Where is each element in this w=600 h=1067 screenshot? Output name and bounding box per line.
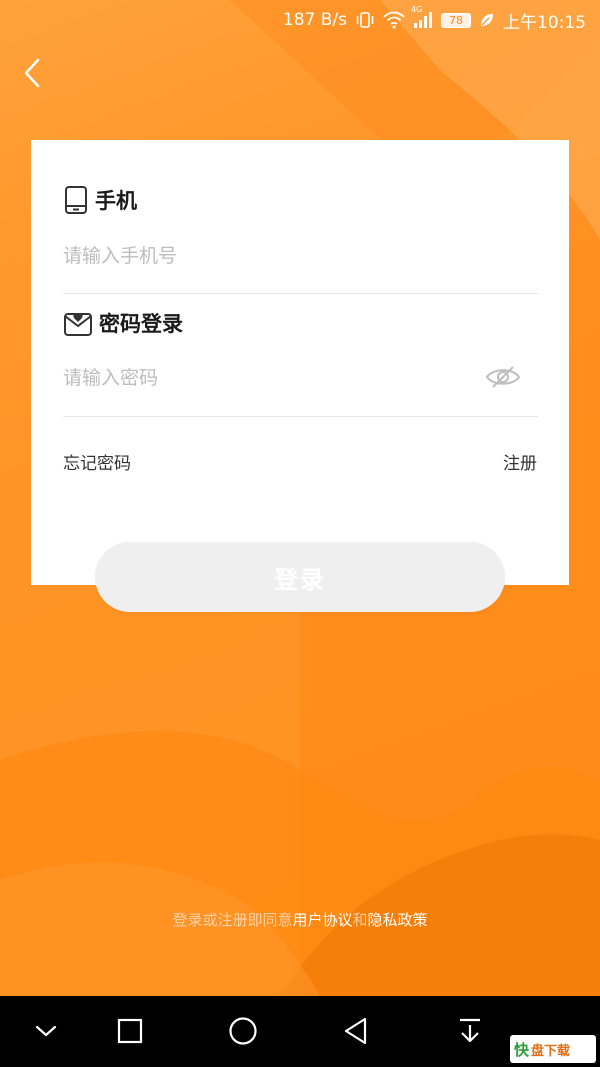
nav-recents-button[interactable]	[112, 1013, 148, 1049]
back-button[interactable]	[14, 55, 50, 91]
heart-envelope-icon	[64, 313, 92, 336]
phone-section-header: 手机	[63, 185, 137, 215]
privacy-policy-link[interactable]: 隐私政策	[368, 911, 428, 929]
nav-collapse-button[interactable]	[28, 1013, 64, 1049]
nav-back-button[interactable]	[338, 1013, 374, 1049]
circle-icon	[229, 1017, 257, 1045]
toggle-password-visibility[interactable]	[483, 362, 523, 392]
vibrate-icon	[355, 11, 375, 29]
phone-divider	[63, 293, 538, 294]
register-link[interactable]: 注册	[503, 449, 537, 474]
watermark-badge: 快 盘下载	[510, 1035, 596, 1063]
agreement-text: 登录或注册即同意用户协议和隐私政策	[0, 909, 600, 930]
watermark-text: 盘下载	[531, 1043, 571, 1059]
clock: 上午10:15	[503, 12, 586, 33]
password-label: 密码登录	[99, 312, 183, 336]
network-speed: 187 B/s	[282, 10, 347, 30]
user-agreement-link[interactable]: 用户协议	[292, 911, 352, 929]
login-button[interactable]: 登录	[95, 542, 505, 612]
phone-label: 手机	[95, 189, 137, 213]
password-divider	[63, 416, 538, 417]
status-bar: 187 B/s 4G 78 上午10:15	[0, 0, 600, 40]
cellular-signal-icon: 4G	[411, 5, 433, 29]
agreement-and: 和	[352, 911, 368, 929]
watermark-logo: 快	[514, 1040, 530, 1059]
login-card: 手机 密码登录 忘记密码 注册	[31, 140, 569, 585]
agreement-prefix: 登录或注册即同意	[172, 911, 293, 929]
square-icon	[117, 1018, 143, 1044]
leaf-icon	[479, 12, 495, 28]
pull-down-icon	[460, 1018, 480, 1043]
battery-indicator: 78	[441, 12, 471, 28]
nav-home-button[interactable]	[225, 1013, 261, 1049]
eye-off-icon	[485, 366, 521, 388]
phone-input[interactable]	[63, 230, 538, 282]
triangle-back-icon	[344, 1017, 367, 1045]
nav-notification-button[interactable]	[452, 1013, 488, 1049]
password-section-header: 密码登录	[63, 308, 183, 338]
chevron-left-icon	[24, 58, 40, 88]
forgot-password-link[interactable]: 忘记密码	[63, 449, 131, 474]
password-input[interactable]	[63, 352, 473, 404]
wifi-icon	[383, 11, 405, 29]
chevron-down-icon	[35, 1025, 57, 1037]
signal-tag: 4G	[411, 5, 423, 14]
phone-icon	[65, 186, 87, 214]
